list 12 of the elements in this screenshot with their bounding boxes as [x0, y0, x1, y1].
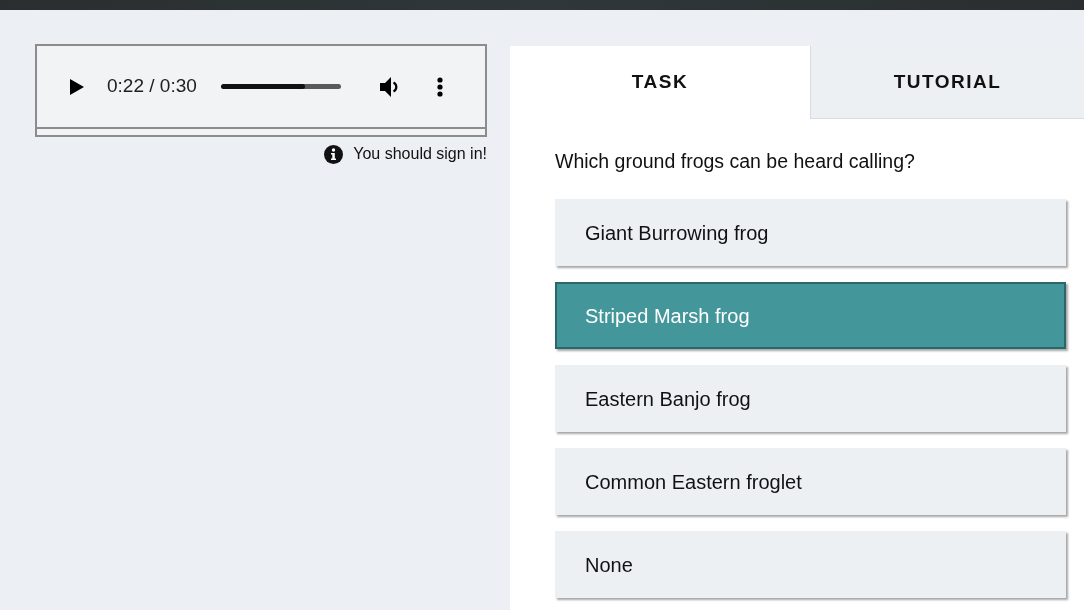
tab[interactable]: TUTORIAL: [810, 46, 1084, 119]
info-icon: [324, 144, 344, 164]
progress-track[interactable]: [220, 84, 341, 89]
answer-option[interactable]: None: [555, 531, 1066, 598]
answer-option[interactable]: Giant Burrowing frog: [555, 199, 1066, 266]
play-icon: [70, 78, 84, 95]
more-icon: [436, 76, 443, 97]
answer-option[interactable]: Eastern Banjo frog: [555, 365, 1066, 432]
question-text: Which ground frogs can be heard calling?: [555, 149, 916, 174]
sign-in-notice: You should sign in!: [353, 144, 487, 164]
time-display: 0:22 / 0:30: [107, 74, 197, 99]
answer-option[interactable]: Common Eastern froglet: [555, 448, 1066, 515]
